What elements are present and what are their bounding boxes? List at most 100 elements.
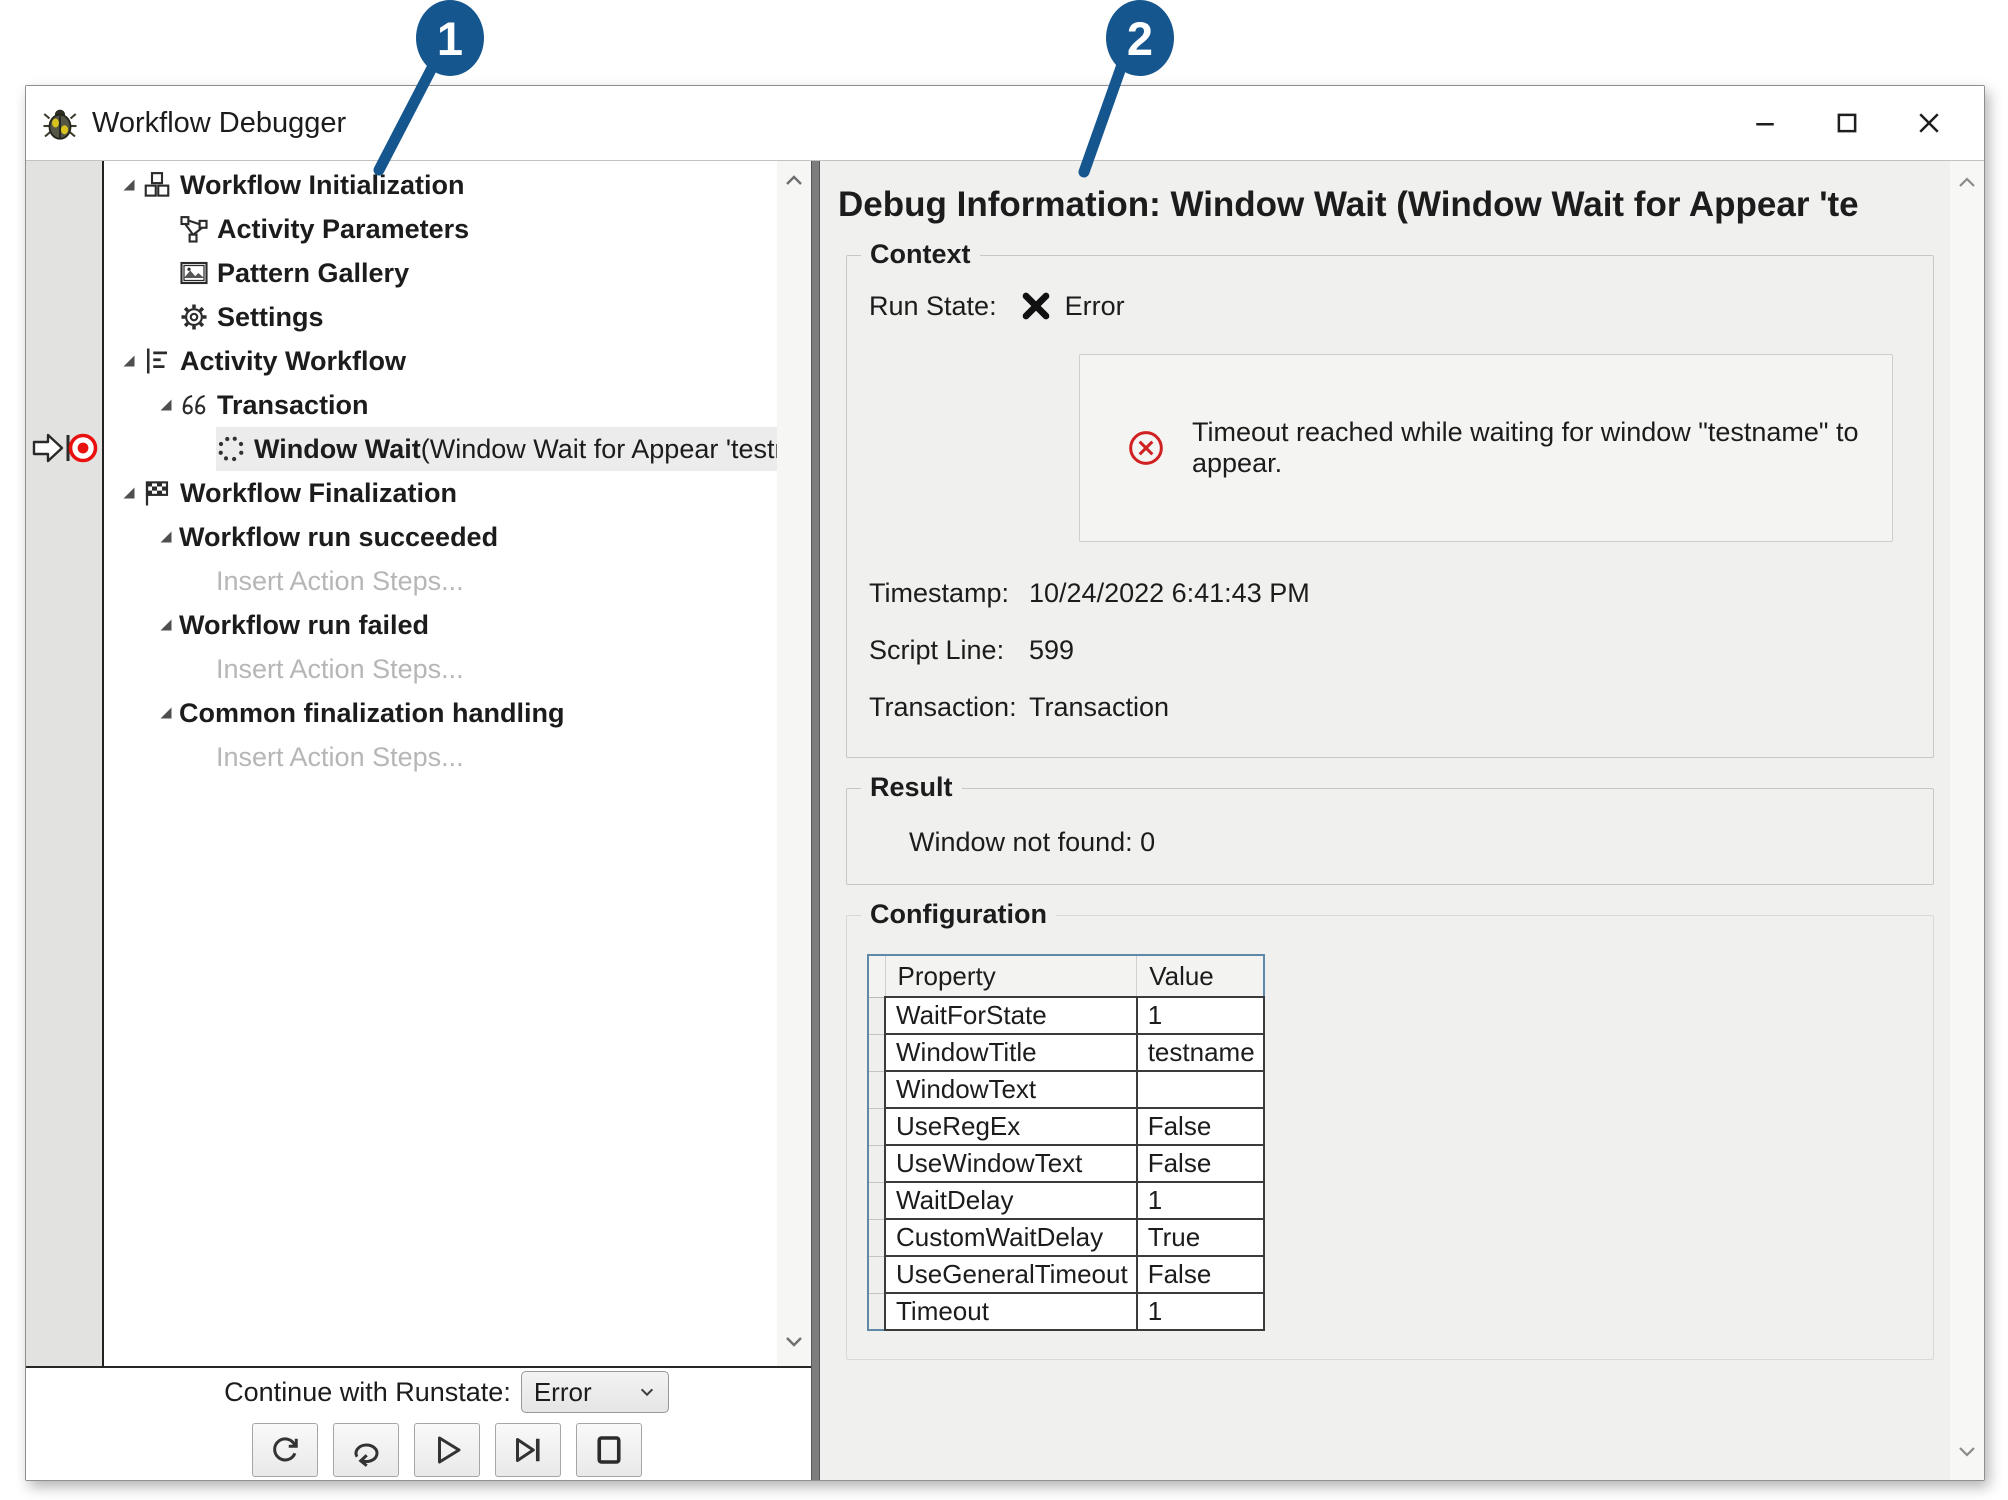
- expander-icon[interactable]: [153, 529, 179, 545]
- runstate-label: Continue with Runstate:: [224, 1377, 511, 1408]
- config-row-waitforstate: WaitForState1: [868, 997, 1264, 1034]
- config-row-usewindowtext: UseWindowTextFalse: [868, 1145, 1264, 1182]
- row-header-cell[interactable]: [868, 1071, 885, 1108]
- row-header-cell[interactable]: [868, 1256, 885, 1293]
- close-button[interactable]: [1888, 93, 1970, 153]
- debug-panel-scrollbar[interactable]: [1950, 161, 1984, 1480]
- error-message-box: Timeout reached while waiting for window…: [1079, 354, 1893, 542]
- tree-item-label: Workflow run succeeded: [179, 522, 498, 553]
- current-step-breakpoint-icon[interactable]: [30, 427, 98, 474]
- tree-item-content[interactable]: Activity Parameters: [179, 214, 469, 245]
- tree-item-label: Workflow Initialization: [180, 170, 465, 201]
- value-column-header[interactable]: Value: [1137, 955, 1264, 997]
- value-cell[interactable]: 1: [1137, 1182, 1264, 1219]
- workflow-debugger-window: Workflow Debugger: [25, 85, 1985, 1481]
- context-fields: Timestamp: 10/24/2022 6:41:43 PM Script …: [867, 578, 1913, 723]
- tree-item-transaction[interactable]: Transaction: [104, 383, 777, 427]
- row-header-cell[interactable]: [868, 1219, 885, 1256]
- row-header-cell[interactable]: [868, 1145, 885, 1182]
- tree-item-content[interactable]: Insert Action Steps...: [216, 566, 464, 597]
- expander-icon[interactable]: [153, 397, 179, 413]
- value-cell[interactable]: testname: [1137, 1034, 1264, 1071]
- value-cell[interactable]: True: [1137, 1219, 1264, 1256]
- minimize-button[interactable]: [1724, 93, 1806, 153]
- value-cell[interactable]: [1137, 1071, 1264, 1108]
- window-controls: [1724, 93, 1970, 153]
- tree-item-content[interactable]: Activity Workflow: [142, 346, 406, 377]
- expander-icon[interactable]: [153, 705, 179, 721]
- tree-scrollbar[interactable]: [777, 161, 811, 1366]
- restart-button[interactable]: [252, 1423, 318, 1477]
- scroll-up-icon[interactable]: [782, 171, 806, 196]
- expander-icon[interactable]: [116, 353, 142, 369]
- value-cell[interactable]: False: [1137, 1145, 1264, 1182]
- tree-item-content[interactable]: Insert Action Steps...: [216, 654, 464, 685]
- quotes-icon: [179, 390, 217, 420]
- tree-item-insert-action-steps[interactable]: Insert Action Steps...: [104, 559, 777, 603]
- tree-item-content[interactable]: Workflow Initialization: [142, 170, 465, 201]
- value-cell[interactable]: False: [1137, 1256, 1264, 1293]
- row-header-cell[interactable]: [868, 1034, 885, 1071]
- tree-item-content[interactable]: Pattern Gallery: [179, 258, 409, 289]
- tree-item-content[interactable]: Settings: [179, 302, 324, 333]
- value-cell[interactable]: False: [1137, 1108, 1264, 1145]
- row-header-cell[interactable]: [868, 1182, 885, 1219]
- maximize-button[interactable]: [1806, 93, 1888, 153]
- tree-item-workflow-run-succeeded[interactable]: Workflow run succeeded: [104, 515, 777, 559]
- runstate-value: Error: [534, 1377, 592, 1408]
- breakpoint-gutter[interactable]: [26, 161, 104, 1366]
- step-button[interactable]: [495, 1423, 561, 1477]
- stop-button[interactable]: [576, 1423, 642, 1477]
- tree-item-workflow-initialization[interactable]: Workflow Initialization: [104, 163, 777, 207]
- scroll-down-icon[interactable]: [782, 1331, 806, 1356]
- tree-item-activity-workflow[interactable]: Activity Workflow: [104, 339, 777, 383]
- tree-item-workflow-finalization[interactable]: Workflow Finalization: [104, 471, 777, 515]
- tree-item-content[interactable]: Workflow run succeeded: [179, 522, 498, 553]
- row-header-cell[interactable]: [868, 1293, 885, 1330]
- cubes-icon: [142, 170, 180, 200]
- maximize-icon: [1832, 108, 1862, 138]
- tree-item-content[interactable]: Transaction: [179, 390, 369, 421]
- error-x-icon: [1020, 290, 1052, 322]
- debugger-controls-bar: Continue with Runstate: Error: [26, 1366, 811, 1480]
- scroll-up-icon[interactable]: [1955, 173, 1979, 198]
- row-header-cell[interactable]: [868, 1108, 885, 1145]
- expander-icon[interactable]: [153, 617, 179, 633]
- run-button[interactable]: [414, 1423, 480, 1477]
- property-column-header[interactable]: Property: [885, 955, 1137, 997]
- tree-panel: Workflow Initialization Activity Paramete…: [26, 161, 811, 1366]
- config-row-windowtext: WindowText: [868, 1071, 1264, 1108]
- tree-item-label: Window Wait: [254, 434, 421, 465]
- tree-item-insert-action-steps[interactable]: Insert Action Steps...: [104, 735, 777, 779]
- runstate-dropdown[interactable]: Error: [521, 1371, 669, 1413]
- bug-icon: [42, 105, 78, 141]
- tree-item-content[interactable]: Workflow run failed: [179, 610, 429, 641]
- tree-item-label: Insert Action Steps...: [216, 742, 464, 773]
- tree-item-window-wait[interactable]: Window Wait (Window Wait for Appear 'tes…: [104, 427, 777, 471]
- script-line-value: 599: [1029, 635, 1074, 666]
- value-cell[interactable]: 1: [1137, 1293, 1264, 1330]
- chevron-down-icon: [636, 1383, 658, 1401]
- panel-splitter[interactable]: [811, 161, 820, 1480]
- tree-item-activity-parameters[interactable]: Activity Parameters: [104, 207, 777, 251]
- expander-icon[interactable]: [116, 485, 142, 501]
- scroll-down-icon[interactable]: [1955, 1441, 1979, 1466]
- tree-item-content[interactable]: Common finalization handling: [179, 698, 564, 729]
- tree-item-label: Transaction: [217, 390, 369, 421]
- property-cell: Timeout: [885, 1293, 1137, 1330]
- tree-item-content[interactable]: Insert Action Steps...: [216, 742, 464, 773]
- tree-item-insert-action-steps[interactable]: Insert Action Steps...: [104, 647, 777, 691]
- value-cell[interactable]: 1: [1137, 997, 1264, 1034]
- tree-item-settings[interactable]: Settings: [104, 295, 777, 339]
- runstate-row: Continue with Runstate: Error: [224, 1371, 669, 1413]
- selected-tree-item-content[interactable]: Window Wait (Window Wait for Appear 'tes…: [216, 427, 777, 471]
- row-header-cell[interactable]: [868, 997, 885, 1034]
- tree-item-pattern-gallery[interactable]: Pattern Gallery: [104, 251, 777, 295]
- property-cell: UseGeneralTimeout: [885, 1256, 1137, 1293]
- result-groupbox: Result Window not found: 0: [846, 788, 1934, 885]
- tree-item-workflow-run-failed[interactable]: Workflow run failed: [104, 603, 777, 647]
- tree-item-common-finalization-handling[interactable]: Common finalization handling: [104, 691, 777, 735]
- repeat-button[interactable]: [333, 1423, 399, 1477]
- tree-item-content[interactable]: Workflow Finalization: [142, 478, 457, 509]
- expander-icon[interactable]: [116, 177, 142, 193]
